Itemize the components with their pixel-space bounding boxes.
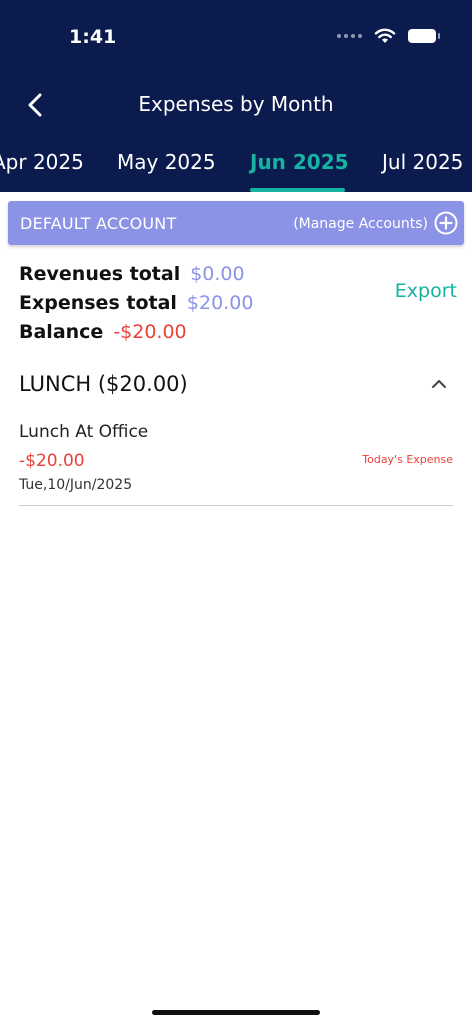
expenses-value: $20.00 [186, 292, 254, 314]
expense-date: Tue,10/Jun/2025 [19, 477, 133, 493]
expense-tag: Today's Expense [362, 453, 453, 466]
expenses-label: Expenses total [19, 292, 177, 314]
expense-amount: -$20.00 [19, 451, 85, 471]
home-indicator[interactable] [152, 1010, 320, 1015]
account-name: DEFAULT ACCOUNT [20, 214, 177, 233]
manage-accounts-link[interactable]: (Manage Accounts) [293, 216, 428, 232]
expense-item[interactable]: Lunch At Office -$20.00 Tue,10/Jun/2025 … [19, 422, 453, 506]
category-title: LUNCH ($20.00) [19, 372, 188, 396]
category-header-lunch[interactable]: LUNCH ($20.00) [19, 372, 453, 400]
account-bar[interactable]: DEFAULT ACCOUNT (Manage Accounts) [8, 201, 464, 245]
header: 1:41 Expenses by Month Apr 2025 May 2025… [0, 0, 472, 192]
totals-summary: Revenues total $0.00 Expenses total $20.… [19, 263, 253, 350]
expense-name: Lunch At Office [19, 422, 149, 442]
tab-may-2025[interactable]: May 2025 [117, 150, 216, 174]
status-time: 1:41 [69, 26, 117, 48]
revenues-value: $0.00 [190, 263, 245, 285]
page-title: Expenses by Month [138, 92, 334, 116]
battery-icon [408, 29, 440, 43]
chevron-up-icon[interactable] [431, 376, 447, 392]
status-icons [337, 28, 440, 44]
revenues-label: Revenues total [19, 263, 181, 285]
tab-apr-2025[interactable]: Apr 2025 [0, 150, 84, 174]
revenues-row: Revenues total $0.00 [19, 263, 253, 292]
signal-dots-icon [337, 34, 362, 38]
expenses-row: Expenses total $20.00 [19, 292, 253, 321]
selected-tab-indicator [250, 188, 345, 192]
export-button[interactable]: Export [395, 280, 457, 302]
wifi-icon [374, 28, 396, 43]
balance-row: Balance -$20.00 [19, 321, 253, 350]
tab-jun-2025[interactable]: Jun 2025 [250, 150, 349, 174]
month-tabs: Apr 2025 May 2025 Jun 2025 Jul 2025 [0, 150, 472, 192]
balance-value: -$20.00 [113, 321, 187, 343]
tab-jul-2025[interactable]: Jul 2025 [382, 150, 463, 174]
add-circle-icon[interactable] [434, 211, 458, 235]
balance-label: Balance [19, 321, 104, 343]
